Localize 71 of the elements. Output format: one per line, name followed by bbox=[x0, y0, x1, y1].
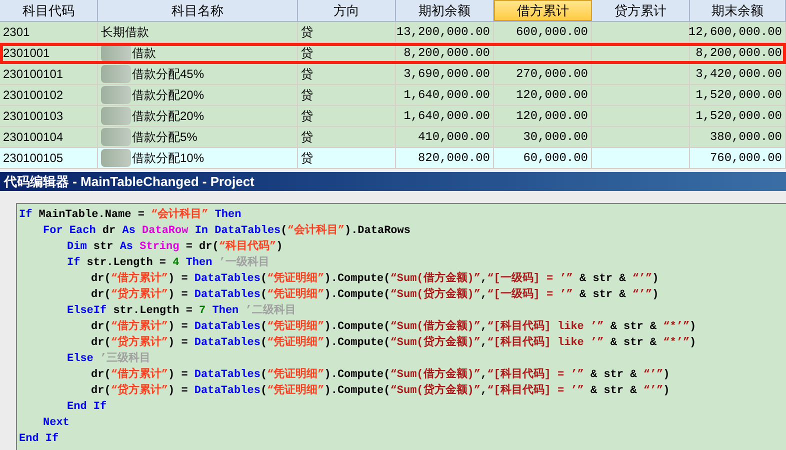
code-line: dr(“借方累计”) = DataTables(“凭证明细”).Compute(“Sum(借方金额)”,“[科目代码] = ’” & str & “’”) bbox=[91, 367, 670, 383]
code-line: If str.Length = 4 Then ’一级科目 bbox=[67, 255, 270, 271]
table-cell-text: 1,520,000.00 bbox=[696, 87, 782, 104]
table-cell-text: 2301 bbox=[3, 24, 30, 41]
table-cell-text: 380,000.00 bbox=[710, 129, 782, 146]
table-cell-text: 贷 bbox=[301, 108, 313, 125]
code-line: For Each dr As DataRow In DataTables(“会计科目”).DataRows bbox=[43, 223, 410, 239]
table-cell-text: 12,600,000.00 bbox=[688, 24, 782, 41]
code-line: If MainTable.Name = “会计科目” Then bbox=[19, 207, 242, 223]
column-header[interactable]: 借方累计 bbox=[494, 0, 592, 21]
table-cell-text: 8,200,000.00 bbox=[404, 45, 490, 62]
code-line: dr(“贷方累计”) = DataTables(“凭证明细”).Compute(“Sum(贷方金额)”,“[科目代码] = ’” & str & “’”) bbox=[91, 383, 670, 399]
table-cell-text: 230100105 bbox=[3, 150, 64, 167]
window-title: 代码编辑器 - MainTableChanged - Project bbox=[4, 172, 254, 191]
table-row[interactable]: 2301 长期借款 贷 13,200,000.00 600,000.00 12,600,000.00 bbox=[0, 22, 786, 43]
code-line: dr(“借方累计”) = DataTables(“凭证明细”).Compute(“Sum(借方金额)”,“[一级码] = ’” & str & “’”) bbox=[91, 271, 659, 287]
code-line: dr(“贷方累计”) = DataTables(“凭证明细”).Compute(“Sum(贷方金额)”,“[科目代码] like ’” & str & “*’”) bbox=[91, 335, 696, 351]
table-row[interactable]: 230100103 借款分配20% 贷 1,640,000.00 120,000.00 1,520,000.00 bbox=[0, 106, 786, 127]
code-line: End If bbox=[67, 400, 107, 415]
table-cell-text: 600,000.00 bbox=[516, 24, 588, 41]
table-cell-text: 贷 bbox=[301, 150, 313, 167]
table-cell-text: 借款分配20% bbox=[132, 108, 204, 125]
table-cell-text: 30,000.00 bbox=[523, 129, 588, 146]
table-cell-text: 230100102 bbox=[3, 87, 64, 104]
code-line: End If bbox=[19, 432, 59, 447]
table-cell-text: 230100103 bbox=[3, 108, 64, 125]
table-row[interactable]: 2301001 借款 贷 8,200,000.00 8,200,000.00 bbox=[0, 43, 786, 64]
column-header[interactable]: 贷方累计 bbox=[592, 0, 690, 21]
column-header[interactable]: 科目名称 bbox=[98, 0, 298, 21]
table-cell-text: 借款分配45% bbox=[132, 66, 204, 83]
table-cell-text: 760,000.00 bbox=[710, 150, 782, 167]
table-cell-text: 3,420,000.00 bbox=[696, 66, 782, 83]
code-line: dr(“借方累计”) = DataTables(“凭证明细”).Compute(“Sum(借方金额)”,“[科目代码] like ’” & str & “*’”) bbox=[91, 319, 696, 335]
table-cell-text: 1,640,000.00 bbox=[404, 87, 490, 104]
code-editor[interactable] bbox=[16, 203, 786, 450]
table-row[interactable]: 230100102 借款分配20% 贷 1,640,000.00 120,000.00 1,520,000.00 bbox=[0, 85, 786, 106]
column-header[interactable]: 方向 bbox=[298, 0, 396, 21]
table-cell-text: 贷 bbox=[301, 45, 313, 62]
table-cell-text: 借款分配5% bbox=[132, 129, 198, 146]
code-line: ElseIf str.Length = 7 Then ’二级科目 bbox=[67, 303, 296, 319]
table-cell-text: 3,690,000.00 bbox=[404, 66, 490, 83]
table-cell-text: 1,520,000.00 bbox=[696, 108, 782, 125]
table-row[interactable]: 230100105 借款分配10% 贷 820,000.00 60,000.00 760,000.00 bbox=[0, 148, 786, 169]
table-cell-text: 1,640,000.00 bbox=[404, 108, 490, 125]
column-header[interactable]: 期末余额 bbox=[690, 0, 786, 21]
column-header[interactable]: 科目代码 bbox=[0, 0, 98, 21]
table-cell-text: 230100104 bbox=[3, 129, 64, 146]
table-cell-text: 贷 bbox=[301, 66, 313, 83]
code-line: Dim str As String = dr(“科目代码”) bbox=[67, 239, 283, 255]
table-cell-text: 借款分配20% bbox=[132, 87, 204, 104]
table-cell-text: 120,000.00 bbox=[516, 108, 588, 125]
table-cell-text: 长期借款 bbox=[101, 24, 149, 41]
table-row[interactable]: 230100101 借款分配45% 贷 3,690,000.00 270,000.00 3,420,000.00 bbox=[0, 64, 786, 85]
table-cell-text: 820,000.00 bbox=[418, 150, 490, 167]
table-cell-text: 贷 bbox=[301, 24, 313, 41]
code-line: Next bbox=[43, 416, 70, 431]
table-row[interactable]: 230100104 借款分配5% 贷 410,000.00 30,000.00 380,000.00 bbox=[0, 127, 786, 148]
table-cell-text: 230100101 bbox=[3, 66, 64, 83]
code-line: Else ’三级科目 bbox=[67, 351, 151, 367]
table-cell-text: 120,000.00 bbox=[516, 87, 588, 104]
table-cell-text: 借款分配10% bbox=[132, 150, 204, 167]
table-cell-text: 贷 bbox=[301, 87, 313, 104]
table-cell-text: 借款 bbox=[132, 45, 156, 62]
table-cell-text: 13,200,000.00 bbox=[396, 24, 490, 41]
table-cell-text: 270,000.00 bbox=[516, 66, 588, 83]
table-cell-text: 8,200,000.00 bbox=[696, 45, 782, 62]
table-cell-text: 410,000.00 bbox=[418, 129, 490, 146]
code-line: dr(“贷方累计”) = DataTables(“凭证明细”).Compute(“Sum(贷方金额)”,“[一级码] = ’” & str & “’”) bbox=[91, 287, 659, 303]
table-cell-text: 60,000.00 bbox=[523, 150, 588, 167]
table-cell-text: 2301001 bbox=[3, 45, 50, 62]
table-cell-text: 贷 bbox=[301, 129, 313, 146]
